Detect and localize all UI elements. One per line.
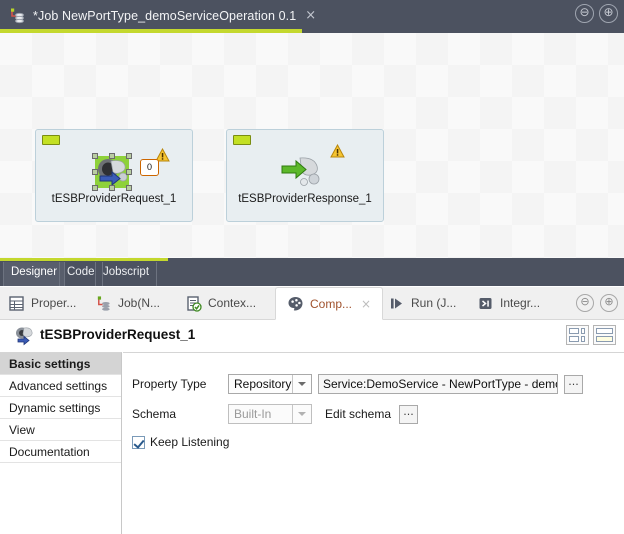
canvas-node-label: tESBProviderRequest_1	[51, 193, 177, 205]
panel-window-controls: ⊖ ⊕	[576, 294, 618, 312]
basic-settings-form: Property Type Repository Service:DemoSer…	[123, 352, 624, 534]
tab-label: Proper...	[31, 296, 77, 310]
design-canvas[interactable]: 0 tESBProviderRequest_1 tESBProviderResp…	[0, 33, 624, 258]
schema-select[interactable]: Built-In	[228, 404, 312, 424]
schema-value: Built-In	[234, 407, 272, 421]
edit-schema-label[interactable]: Edit schema	[325, 407, 391, 421]
connector-count-badge: 0	[140, 159, 159, 176]
canvas-node-label: tESBProviderResponse_1	[238, 193, 372, 205]
clipboard-check-icon	[185, 295, 202, 312]
keep-listening-label: Keep Listening	[150, 435, 230, 449]
minimize-icon[interactable]: ⊖	[576, 294, 594, 312]
job-icon	[95, 295, 112, 312]
tab-integration[interactable]: Integr...	[477, 287, 540, 319]
canvas-node-provider-response[interactable]: tESBProviderResponse_1	[226, 129, 384, 222]
component-header: tESBProviderRequest_1	[0, 320, 624, 352]
esb-provider-request-icon	[13, 326, 35, 346]
editor-titlebar: *Job NewPortType_demoServiceOperation 0.…	[0, 0, 624, 33]
tab-label: Run (J...	[411, 296, 457, 310]
layout-toggle-group	[566, 325, 616, 345]
tab-label: Job(N...	[118, 296, 161, 310]
layout-cell	[581, 336, 585, 342]
property-type-label: Property Type	[132, 377, 207, 391]
tab-label: Integr...	[500, 296, 541, 310]
close-icon[interactable]: ×	[361, 297, 371, 311]
status-badge	[233, 135, 251, 145]
layout-cell	[596, 328, 613, 334]
maximize-icon[interactable]: ⊕	[600, 294, 618, 312]
tab-run[interactable]: Run (J...	[388, 287, 456, 319]
tab-component[interactable]: Comp... ×	[275, 287, 384, 320]
window-controls: ⊖ ⊕	[575, 4, 618, 23]
esb-provider-request-icon	[83, 152, 145, 194]
designer-accent-bar	[0, 258, 168, 261]
page-title: tESBProviderRequest_1	[40, 327, 196, 342]
layout-cell	[596, 336, 613, 342]
tab-job[interactable]: Job(N...	[95, 287, 160, 319]
esb-provider-response-icon	[274, 152, 336, 194]
layout-cell	[569, 328, 579, 334]
chevron-down-icon	[292, 375, 311, 393]
run-icon	[388, 295, 405, 312]
chevron-down-icon	[292, 405, 311, 423]
property-type-select[interactable]: Repository	[228, 374, 312, 394]
settings-category-list: Basic settings Advanced settings Dynamic…	[0, 352, 122, 534]
canvas-node-provider-request[interactable]: 0 tESBProviderRequest_1	[35, 129, 193, 222]
integration-icon	[477, 295, 494, 312]
tab-properties[interactable]: Proper...	[8, 287, 76, 319]
rows-layout-button[interactable]	[593, 325, 616, 345]
schema-row: Schema Built-In Edit schema ...	[132, 404, 419, 424]
repository-value-field[interactable]: Service:DemoService - NewPortType - demo	[318, 374, 558, 394]
keep-listening-row[interactable]: Keep Listening	[132, 435, 229, 449]
job-icon	[8, 7, 26, 25]
tab-label: Comp...	[310, 296, 353, 311]
panel-tab-bar: Proper... Job(N... Contex... Comp... × R…	[0, 287, 624, 320]
layout-cell	[581, 328, 585, 334]
sidebar-item-dynamic-settings[interactable]: Dynamic settings	[0, 397, 121, 419]
close-icon[interactable]: ×	[305, 9, 316, 22]
sidebar-item-advanced-settings[interactable]: Advanced settings	[0, 375, 121, 397]
sidebar-item-documentation[interactable]: Documentation	[0, 441, 121, 463]
tab-contexts[interactable]: Contex...	[185, 287, 256, 319]
minimize-icon[interactable]: ⊖	[575, 4, 594, 23]
talend-studio-window: *Job NewPortType_demoServiceOperation 0.…	[0, 0, 624, 534]
sidebar-item-view[interactable]: View	[0, 419, 121, 441]
keep-listening-checkbox[interactable]	[132, 435, 145, 449]
tab-label: Contex...	[208, 296, 257, 310]
maximize-icon[interactable]: ⊕	[599, 4, 618, 23]
grid-layout-button[interactable]	[566, 325, 589, 345]
job-tab-title: *Job NewPortType_demoServiceOperation 0.…	[33, 8, 297, 23]
layout-cell	[569, 336, 579, 342]
tab-jobscript[interactable]: Jobscript	[95, 262, 158, 286]
table-icon	[8, 295, 25, 312]
properties-panel: Proper... Job(N... Contex... Comp... × R…	[0, 286, 624, 534]
tab-designer[interactable]: Designer	[3, 262, 66, 286]
job-editor: *Job NewPortType_demoServiceOperation 0.…	[0, 0, 624, 286]
palette-icon	[287, 295, 304, 312]
sidebar-item-basic-settings[interactable]: Basic settings	[0, 353, 121, 375]
property-type-row: Property Type Repository Service:DemoSer…	[132, 374, 583, 394]
property-type-value: Repository	[234, 377, 292, 391]
status-badge	[42, 135, 60, 145]
job-editor-tab[interactable]: *Job NewPortType_demoServiceOperation 0.…	[0, 0, 316, 31]
designer-tab-strip: Designer Code Jobscript	[0, 258, 624, 286]
schema-label: Schema	[132, 407, 177, 421]
repository-browse-button[interactable]: ...	[564, 374, 583, 394]
edit-schema-button[interactable]: ...	[399, 404, 419, 424]
